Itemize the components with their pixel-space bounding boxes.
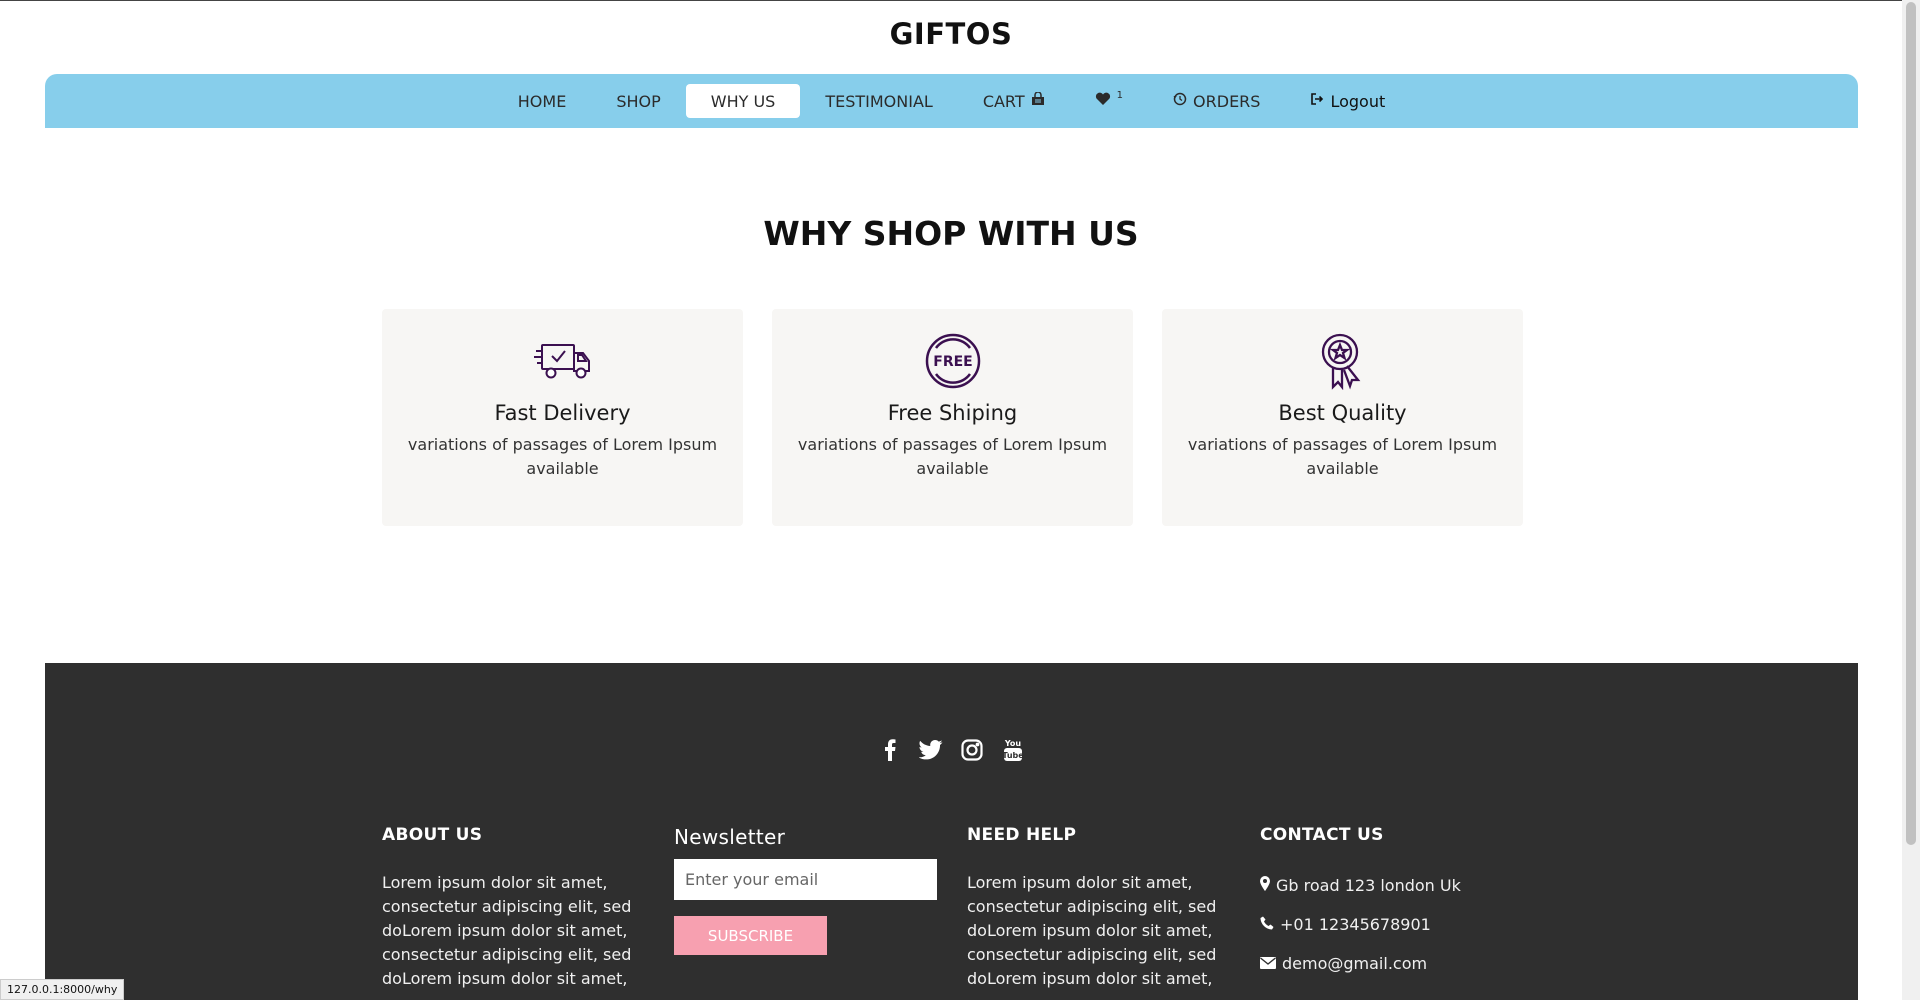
why-card-best-quality: Best Quality variations of passages of L… [1162, 309, 1523, 526]
facebook-icon[interactable] [878, 737, 902, 763]
card-text: variations of passages of Lorem Ipsum av… [407, 435, 718, 478]
nav-logout[interactable]: Logout [1285, 84, 1410, 118]
nav-orders[interactable]: ORDERS [1148, 84, 1285, 118]
shopping-bag-icon [1031, 91, 1045, 110]
nav-testimonial-label: TESTIMONIAL [825, 91, 933, 111]
help-title: NEED HELP [967, 825, 1077, 845]
envelope-icon [1260, 954, 1276, 973]
svg-text:FREE: FREE [933, 354, 972, 370]
nav-testimonial[interactable]: TESTIMONIAL [800, 84, 957, 118]
card-text: variations of passages of Lorem Ipsum av… [797, 435, 1108, 478]
footer-about: ABOUT US Lorem ipsum dolor sit amet, con… [382, 825, 642, 991]
contact-address-text: Gb road 123 london Uk [1276, 876, 1461, 895]
nav-shop-label: SHOP [616, 91, 661, 111]
contact-email-text: demo@gmail.com [1282, 954, 1428, 973]
nav-cart[interactable]: CART [958, 84, 1070, 118]
sign-out-icon [1310, 92, 1324, 110]
brand-logo[interactable]: GIFTOS [0, 17, 1902, 51]
main-navbar: HOME SHOP WHY US TESTIMONIAL CART 1 ORDE… [45, 74, 1858, 128]
contact-title: CONTACT US [1260, 825, 1384, 845]
card-title: Free Shiping [887, 401, 1018, 425]
nav-shop[interactable]: SHOP [591, 84, 685, 118]
twitter-icon[interactable] [919, 737, 943, 763]
about-text: Lorem ipsum dolor sit amet, consectetur … [382, 873, 632, 988]
nav-logout-label: Logout [1330, 91, 1386, 111]
youtube-icon[interactable]: You Tube [1001, 737, 1025, 763]
contact-phone[interactable]: +01 12345678901 [1260, 912, 1520, 937]
heart-icon [1095, 92, 1111, 110]
wishlist-count: 1 [1116, 89, 1124, 101]
social-links: You Tube [45, 737, 1858, 763]
contact-phone-text: +01 12345678901 [1280, 915, 1431, 934]
why-card-free-shipping: FREE Free Shiping variations of passages… [772, 309, 1133, 526]
phone-icon [1260, 915, 1274, 934]
about-title: ABOUT US [382, 825, 483, 845]
card-text: variations of passages of Lorem Ipsum av… [1187, 435, 1498, 478]
nav-home-label: HOME [517, 91, 567, 111]
free-badge-icon: FREE [923, 333, 983, 389]
instagram-icon[interactable] [960, 737, 984, 763]
nav-orders-label: ORDERS [1193, 91, 1261, 111]
scrollbar-thumb[interactable] [1906, 2, 1916, 845]
help-text: Lorem ipsum dolor sit amet, consectetur … [967, 873, 1217, 988]
page: GIFTOS HOME SHOP WHY US TESTIMONIAL CART… [0, 0, 1902, 1000]
nav-why-us[interactable]: WHY US [685, 84, 801, 118]
nav-wishlist[interactable]: 1 [1070, 84, 1148, 118]
history-icon [1173, 92, 1187, 110]
card-title: Fast Delivery [494, 401, 631, 425]
nav-cart-label: CART [982, 91, 1025, 111]
page-scrollbar[interactable] [1902, 0, 1920, 1000]
map-marker-icon [1260, 876, 1270, 895]
footer-contact: CONTACT US Gb road 123 london Uk +01 123… [1260, 825, 1520, 976]
footer: You Tube ABOUT US Lorem ipsum dolor sit a… [45, 663, 1858, 1000]
why-section-title: WHY SHOP WITH US [763, 214, 1139, 253]
quality-award-icon [1313, 333, 1373, 390]
contact-email[interactable]: demo@gmail.com [1260, 951, 1520, 976]
delivery-truck-icon [533, 333, 593, 389]
why-card-fast-delivery: Fast Delivery variations of passages of … [382, 309, 743, 526]
contact-address[interactable]: Gb road 123 london Uk [1260, 873, 1520, 898]
footer-newsletter: Newsletter SUBSCRIBE [674, 825, 937, 955]
newsletter-title: Newsletter [674, 825, 786, 849]
why-cards: Fast Delivery variations of passages of … [382, 309, 1523, 526]
svg-text:Tube: Tube [1002, 751, 1024, 760]
nav-why-label: WHY US [710, 91, 776, 111]
subscribe-button[interactable]: SUBSCRIBE [674, 916, 827, 955]
footer-help: NEED HELP Lorem ipsum dolor sit amet, co… [967, 825, 1227, 991]
svg-text:You: You [1004, 739, 1022, 748]
nav-home[interactable]: HOME [493, 84, 592, 118]
email-input[interactable] [674, 859, 937, 900]
card-title: Best Quality [1278, 401, 1407, 425]
status-bar-url: 127.0.0.1:8000/why [0, 979, 125, 1000]
